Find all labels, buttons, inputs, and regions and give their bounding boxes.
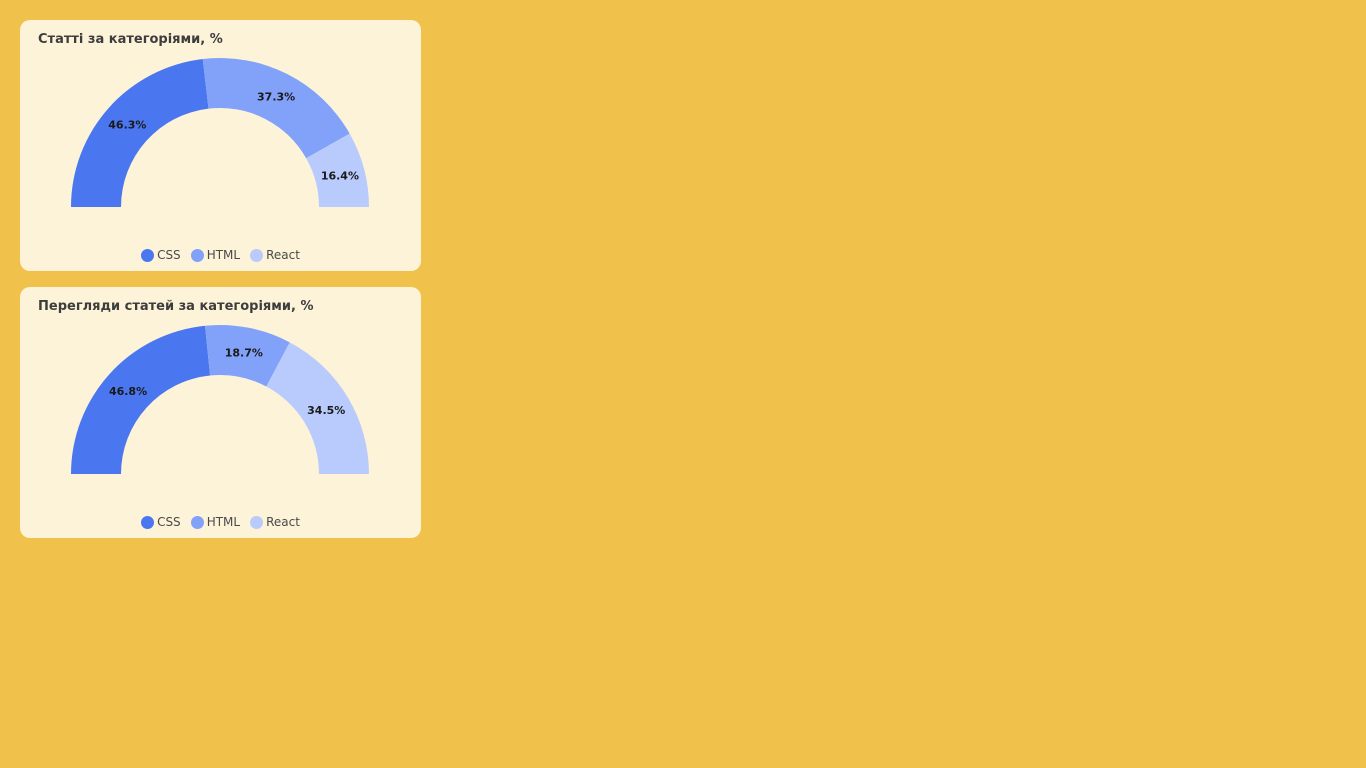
- legend-item-html[interactable]: HTML: [190, 248, 241, 262]
- legend-dot-icon: [250, 248, 264, 262]
- legend-label: CSS: [157, 248, 181, 262]
- legend-label: React: [266, 248, 300, 262]
- slice-css[interactable]: [71, 325, 211, 474]
- legend-item-css[interactable]: CSS: [141, 515, 181, 529]
- article-views-by-category-chart: 46.8% 18.7% 34.5%: [71, 325, 369, 474]
- articles-by-category-chart: 46.3% 37.3% 16.4%: [71, 58, 369, 207]
- legend-dot-icon: [141, 248, 155, 262]
- legend-dot-icon: [190, 248, 204, 262]
- legend-item-html[interactable]: HTML: [190, 515, 241, 529]
- legend-dot-icon: [250, 515, 264, 529]
- data-label-css: 46.8%: [109, 385, 147, 398]
- legend-item-react[interactable]: React: [250, 515, 300, 529]
- legend-item-css[interactable]: CSS: [141, 248, 181, 262]
- legend-label: CSS: [157, 515, 181, 529]
- legend-item-react[interactable]: React: [250, 248, 300, 262]
- article-views-by-category-card: Перегляди статей за категоріями, % 46.8%…: [20, 287, 421, 538]
- chart-legend: CSS HTML React: [20, 515, 421, 529]
- data-label-css: 46.3%: [108, 119, 146, 132]
- slice-html[interactable]: [202, 58, 350, 159]
- legend-dot-icon: [190, 515, 204, 529]
- data-label-html: 37.3%: [257, 90, 295, 103]
- slice-css[interactable]: [71, 59, 209, 207]
- legend-label: HTML: [206, 515, 241, 529]
- data-label-html: 18.7%: [225, 346, 263, 359]
- data-label-react: 34.5%: [307, 404, 345, 417]
- articles-by-category-card: Статті за категоріями, % 46.3% 37.3% 16.4%…: [20, 20, 421, 271]
- legend-label: React: [266, 515, 300, 529]
- chart-legend: CSS HTML React: [20, 248, 421, 262]
- legend-dot-icon: [141, 515, 155, 529]
- data-label-react: 16.4%: [321, 169, 359, 182]
- legend-label: HTML: [206, 248, 241, 262]
